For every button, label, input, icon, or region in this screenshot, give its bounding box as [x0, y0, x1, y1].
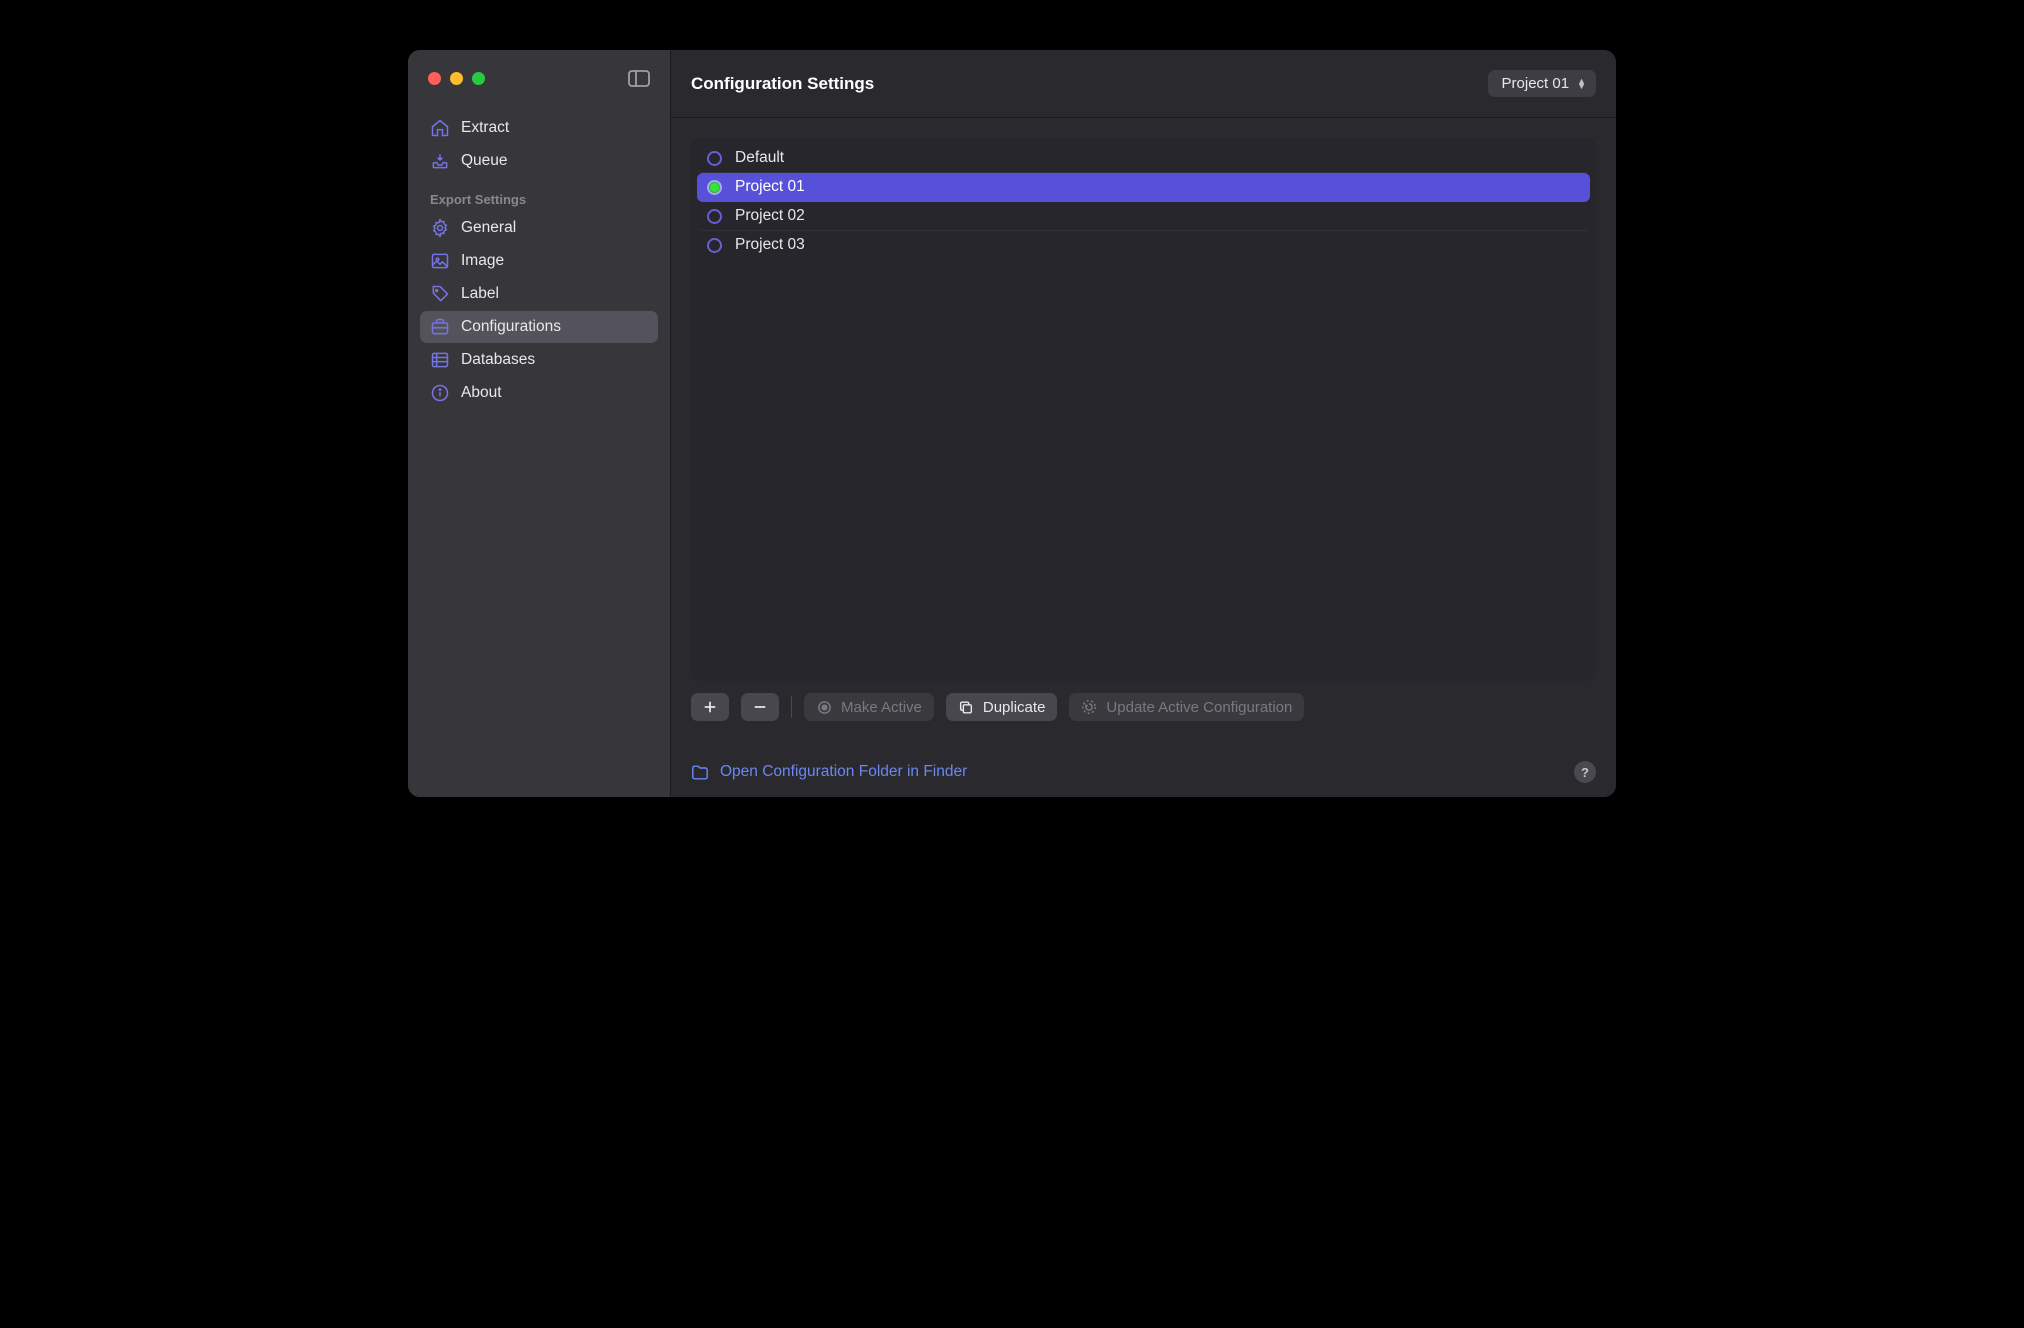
sidebar-item-general[interactable]: General [420, 212, 658, 244]
gear-icon [430, 218, 450, 238]
status-indicator-active [707, 180, 722, 195]
config-row-default[interactable]: Default [697, 144, 1590, 173]
tag-icon [430, 284, 450, 304]
duplicate-button[interactable]: Duplicate [946, 693, 1058, 721]
config-name: Default [735, 149, 784, 167]
main-panel: Configuration Settings Project 01 ▲▼ Def… [670, 50, 1616, 797]
config-row-project-03[interactable]: Project 03 [697, 231, 1590, 259]
update-active-button: Update Active Configuration [1069, 693, 1304, 721]
finder-link-label: Open Configuration Folder in Finder [720, 763, 967, 781]
button-label: Duplicate [983, 699, 1046, 716]
config-name: Project 01 [735, 178, 805, 196]
duplicate-icon [958, 699, 974, 715]
image-icon [430, 251, 450, 271]
sidebar-item-label: Extract [461, 119, 509, 137]
minimize-window-button[interactable] [450, 72, 463, 85]
main-footer: Open Configuration Folder in Finder ? [671, 741, 1616, 797]
database-icon [430, 350, 450, 370]
refresh-circle-icon [1081, 699, 1097, 715]
circle-dot-icon [816, 699, 832, 715]
sidebar: Extract Queue Export Settings General Im… [408, 50, 670, 797]
button-label: Update Active Configuration [1106, 699, 1292, 716]
titlebar [408, 50, 670, 106]
page-title: Configuration Settings [691, 74, 874, 94]
status-indicator [707, 151, 722, 166]
main-header: Configuration Settings Project 01 ▲▼ [671, 50, 1616, 118]
sidebar-item-configurations[interactable]: Configurations [420, 311, 658, 343]
config-name: Project 02 [735, 207, 805, 225]
add-button[interactable] [691, 693, 729, 721]
button-label: Make Active [841, 699, 922, 716]
sidebar-item-label: General [461, 219, 516, 237]
sidebar-toggle-icon[interactable] [628, 70, 650, 87]
status-indicator [707, 209, 722, 224]
minus-icon [752, 699, 768, 715]
sidebar-item-image[interactable]: Image [420, 245, 658, 277]
toolbar: Make Active Duplicate Update Active Conf… [691, 681, 1596, 721]
sidebar-item-label[interactable]: Label [420, 278, 658, 310]
configuration-list: Default Project 01 Project 02 Project 03 [691, 138, 1596, 681]
open-in-finder-link[interactable]: Open Configuration Folder in Finder [691, 763, 967, 781]
sidebar-item-label: Configurations [461, 318, 561, 336]
tray-icon [430, 151, 450, 171]
status-indicator [707, 238, 722, 253]
briefcase-icon [430, 317, 450, 337]
info-icon [430, 383, 450, 403]
close-window-button[interactable] [428, 72, 441, 85]
sidebar-item-extract[interactable]: Extract [420, 112, 658, 144]
sidebar-content: Extract Queue Export Settings General Im… [408, 106, 670, 415]
sidebar-item-queue[interactable]: Queue [420, 145, 658, 177]
remove-button[interactable] [741, 693, 779, 721]
sidebar-item-databases[interactable]: Databases [420, 344, 658, 376]
sidebar-item-label: Image [461, 252, 504, 270]
maximize-window-button[interactable] [472, 72, 485, 85]
config-row-project-01[interactable]: Project 01 [697, 173, 1590, 202]
config-name: Project 03 [735, 236, 805, 254]
sidebar-item-label-text: Label [461, 285, 499, 303]
toolbar-divider [791, 696, 792, 718]
sidebar-item-about[interactable]: About [420, 377, 658, 409]
home-icon [430, 118, 450, 138]
config-row-project-02[interactable]: Project 02 [697, 202, 1590, 231]
app-window: Extract Queue Export Settings General Im… [408, 50, 1616, 797]
project-dropdown[interactable]: Project 01 ▲▼ [1488, 70, 1596, 97]
sidebar-item-label: Databases [461, 351, 535, 369]
project-dropdown-label: Project 01 [1502, 75, 1570, 92]
plus-icon [702, 699, 718, 715]
main-body: Default Project 01 Project 02 Project 03 [671, 118, 1616, 741]
sidebar-section-header: Export Settings [420, 178, 658, 211]
folder-icon [691, 763, 709, 781]
help-button[interactable]: ? [1574, 761, 1596, 783]
sidebar-item-label: Queue [461, 152, 508, 170]
chevrons-up-down-icon: ▲▼ [1577, 79, 1586, 89]
make-active-button: Make Active [804, 693, 934, 721]
sidebar-item-label: About [461, 384, 502, 402]
